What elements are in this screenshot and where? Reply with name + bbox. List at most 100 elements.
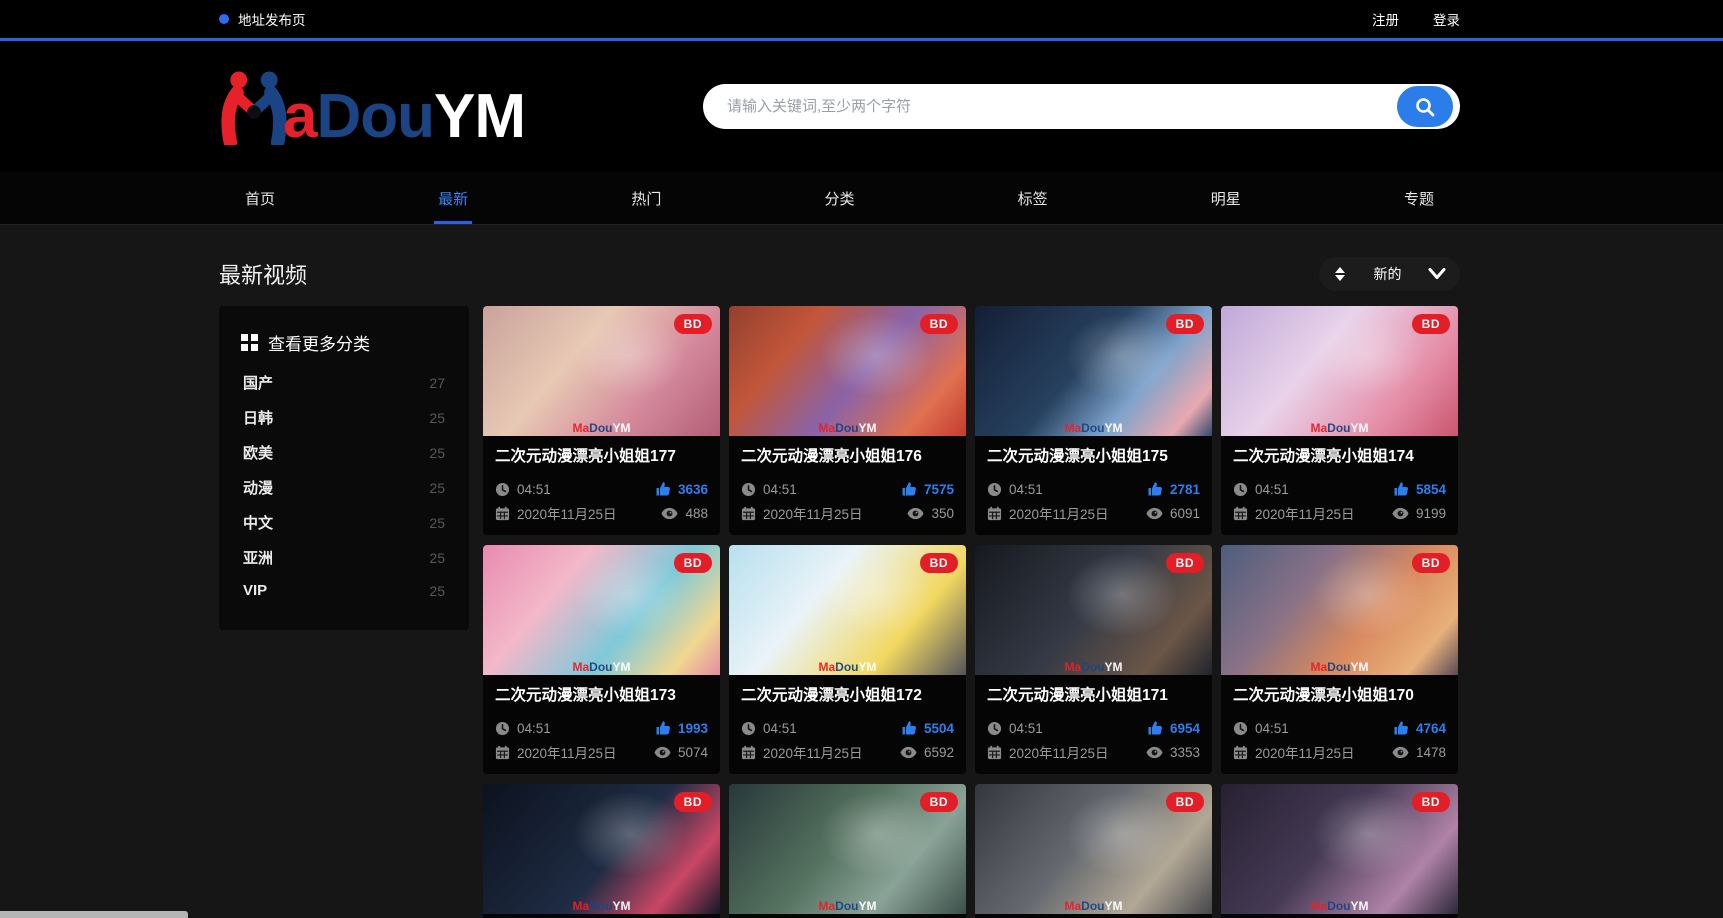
video-likes[interactable]: 1993	[655, 720, 708, 736]
video-thumbnail[interactable]: BD MaDouYM	[1221, 306, 1458, 436]
video-card[interactable]: BD MaDouYM 二次元动漫漂亮小姐姐175 04:51	[975, 306, 1212, 535]
thumbnail-watermark: MaDouYM	[1221, 899, 1458, 913]
video-thumbnail[interactable]: BD MaDouYM	[1221, 784, 1458, 914]
search-button[interactable]	[1397, 86, 1453, 127]
search-input[interactable]	[703, 98, 1397, 115]
category-item[interactable]: VIP 25	[241, 575, 447, 606]
video-likes[interactable]: 5504	[901, 720, 954, 736]
video-date: 2020年11月25日	[987, 742, 1109, 762]
horizontal-scrollbar[interactable]	[0, 911, 188, 918]
nav-tab-3[interactable]: 分类	[820, 172, 858, 224]
nav-tab-5[interactable]: 明星	[1207, 172, 1245, 224]
sort-dropdown[interactable]: 新的	[1319, 257, 1460, 291]
site-header: aDouYM	[0, 41, 1723, 172]
thumbnail-watermark: MaDouYM	[729, 899, 966, 913]
sort-label: 新的	[1374, 264, 1402, 284]
eye-icon	[907, 507, 924, 520]
login-link[interactable]: 登录	[1433, 9, 1460, 29]
calendar-icon	[1233, 745, 1248, 760]
address-release-link[interactable]: 地址发布页	[219, 9, 306, 29]
main-nav: 首页 最新 热门 分类 标签 明星 专题	[0, 172, 1723, 225]
video-likes[interactable]: 6954	[1147, 720, 1200, 736]
video-likes[interactable]: 5854	[1393, 481, 1446, 497]
category-item[interactable]: 国产 27	[241, 365, 447, 400]
quality-badge: BD	[1412, 553, 1450, 573]
eye-icon	[1392, 507, 1409, 520]
nav-tab-4[interactable]: 标签	[1014, 172, 1052, 224]
video-card[interactable]: BD MaDouYM 二次元动漫漂亮小姐姐172 04:51	[729, 545, 966, 774]
video-views: 5074	[654, 745, 708, 760]
video-likes[interactable]: 3636	[655, 481, 708, 497]
category-item[interactable]: 中文 25	[241, 505, 447, 540]
register-link[interactable]: 注册	[1372, 9, 1399, 29]
video-title: 二次元动漫漂亮小姐姐177	[495, 446, 708, 468]
video-thumbnail[interactable]: BD MaDouYM	[1221, 545, 1458, 675]
video-views: 3353	[1146, 745, 1200, 760]
quality-badge: BD	[674, 553, 712, 573]
thumbs-up-icon	[655, 481, 671, 497]
calendar-icon	[495, 745, 510, 760]
video-title: 二次元动漫漂亮小姐姐171	[987, 685, 1200, 707]
chevron-down-icon	[1427, 267, 1447, 281]
category-item[interactable]: 欧美 25	[241, 435, 447, 470]
video-card[interactable]: BD MaDouYM	[975, 784, 1212, 918]
video-card[interactable]: BD MaDouYM 二次元动漫漂亮小姐姐176 04:51	[729, 306, 966, 535]
video-card[interactable]: BD MaDouYM 二次元动漫漂亮小姐姐177 04:51	[483, 306, 720, 535]
category-item[interactable]: 亚洲 25	[241, 540, 447, 575]
thumbnail-watermark: MaDouYM	[975, 660, 1212, 674]
video-card[interactable]: BD MaDouYM	[483, 784, 720, 918]
video-card[interactable]: BD MaDouYM 二次元动漫漂亮小姐姐174 04:51	[1221, 306, 1458, 535]
video-thumbnail[interactable]: BD MaDouYM	[975, 306, 1212, 436]
clock-icon	[987, 721, 1002, 736]
sidebar-title: 查看更多分类	[268, 330, 370, 355]
thumbnail-watermark: MaDouYM	[1221, 421, 1458, 435]
logo-text-ym: YM	[434, 82, 525, 151]
nav-tab-1[interactable]: 最新	[434, 172, 472, 224]
video-likes[interactable]: 4764	[1393, 720, 1446, 736]
category-count: 25	[429, 480, 445, 496]
video-card[interactable]: BD MaDouYM 二次元动漫漂亮小姐姐171 04:51	[975, 545, 1212, 774]
top-bar: 地址发布页 注册 登录	[0, 0, 1723, 38]
video-date: 2020年11月25日	[741, 742, 863, 762]
category-item[interactable]: 日韩 25	[241, 400, 447, 435]
quality-badge: BD	[920, 314, 958, 334]
site-logo[interactable]: aDouYM	[219, 69, 525, 145]
nav-tab-6[interactable]: 专题	[1400, 172, 1438, 224]
video-duration: 04:51	[741, 482, 797, 497]
video-date: 2020年11月25日	[741, 503, 863, 523]
video-duration: 04:51	[495, 482, 551, 497]
category-item[interactable]: 动漫 25	[241, 470, 447, 505]
video-date: 2020年11月25日	[1233, 503, 1355, 523]
video-likes[interactable]: 2781	[1147, 481, 1200, 497]
video-thumbnail[interactable]: BD MaDouYM	[729, 306, 966, 436]
video-thumbnail[interactable]: BD MaDouYM	[729, 545, 966, 675]
video-duration: 04:51	[987, 482, 1043, 497]
thumbnail-watermark: MaDouYM	[483, 899, 720, 913]
calendar-icon	[987, 506, 1002, 521]
video-title: 二次元动漫漂亮小姐姐170	[1233, 685, 1446, 707]
video-duration: 04:51	[987, 721, 1043, 736]
video-card[interactable]: BD MaDouYM	[1221, 784, 1458, 918]
video-likes[interactable]: 7575	[901, 481, 954, 497]
grid-icon	[241, 334, 258, 351]
video-card[interactable]: BD MaDouYM 二次元动漫漂亮小姐姐173 04:51	[483, 545, 720, 774]
eye-icon	[1392, 746, 1409, 759]
quality-badge: BD	[1166, 314, 1204, 334]
video-card[interactable]: BD MaDouYM 二次元动漫漂亮小姐姐170 04:51	[1221, 545, 1458, 774]
video-thumbnail[interactable]: BD MaDouYM	[483, 545, 720, 675]
video-thumbnail[interactable]: BD MaDouYM	[975, 545, 1212, 675]
video-thumbnail[interactable]: BD MaDouYM	[729, 784, 966, 914]
quality-badge: BD	[1166, 553, 1204, 573]
video-card[interactable]: BD MaDouYM	[729, 784, 966, 918]
nav-tab-2[interactable]: 热门	[627, 172, 665, 224]
video-duration: 04:51	[1233, 482, 1289, 497]
eye-icon	[900, 746, 917, 759]
video-thumbnail[interactable]: BD MaDouYM	[975, 784, 1212, 914]
clock-icon	[495, 721, 510, 736]
eye-icon	[1146, 746, 1163, 759]
thumbs-up-icon	[1147, 481, 1163, 497]
category-count: 25	[429, 410, 445, 426]
video-thumbnail[interactable]: BD MaDouYM	[483, 784, 720, 914]
nav-tab-0[interactable]: 首页	[241, 172, 279, 224]
video-thumbnail[interactable]: BD MaDouYM	[483, 306, 720, 436]
